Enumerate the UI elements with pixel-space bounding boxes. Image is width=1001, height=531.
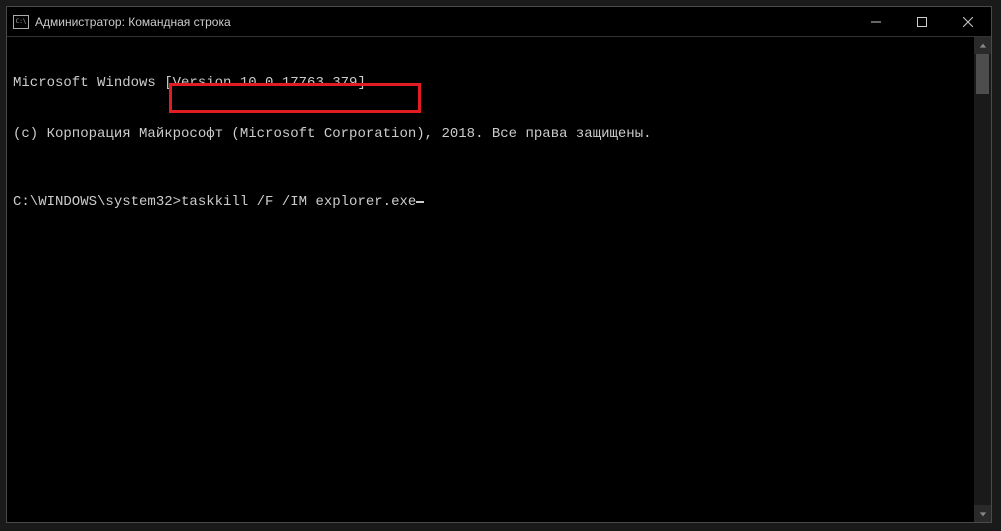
prompt-line: C:\WINDOWS\system32>taskkill /F /IM expl… xyxy=(13,194,968,211)
command-prompt-window: Администратор: Командная строка Microsof… xyxy=(6,6,992,523)
window-controls xyxy=(853,7,991,36)
output-line: Microsoft Windows [Version 10.0.17763.37… xyxy=(13,75,968,92)
minimize-button[interactable] xyxy=(853,7,899,36)
command-text: taskkill /F /IM explorer.exe xyxy=(181,194,416,211)
terminal-content[interactable]: Microsoft Windows [Version 10.0.17763.37… xyxy=(7,37,974,522)
scroll-down-button[interactable] xyxy=(974,505,991,522)
prompt-text: C:\WINDOWS\system32> xyxy=(13,194,181,211)
cmd-icon xyxy=(13,15,29,29)
close-button[interactable] xyxy=(945,7,991,36)
scroll-track[interactable] xyxy=(974,54,991,505)
output-line: (c) Корпорация Майкрософт (Microsoft Cor… xyxy=(13,126,968,143)
terminal-body: Microsoft Windows [Version 10.0.17763.37… xyxy=(7,37,991,522)
window-title: Администратор: Командная строка xyxy=(35,15,231,29)
scroll-thumb[interactable] xyxy=(976,54,989,94)
maximize-button[interactable] xyxy=(899,7,945,36)
titlebar[interactable]: Администратор: Командная строка xyxy=(7,7,991,37)
scroll-up-button[interactable] xyxy=(974,37,991,54)
vertical-scrollbar[interactable] xyxy=(974,37,991,522)
titlebar-left: Администратор: Командная строка xyxy=(13,15,231,29)
cursor xyxy=(416,201,424,203)
